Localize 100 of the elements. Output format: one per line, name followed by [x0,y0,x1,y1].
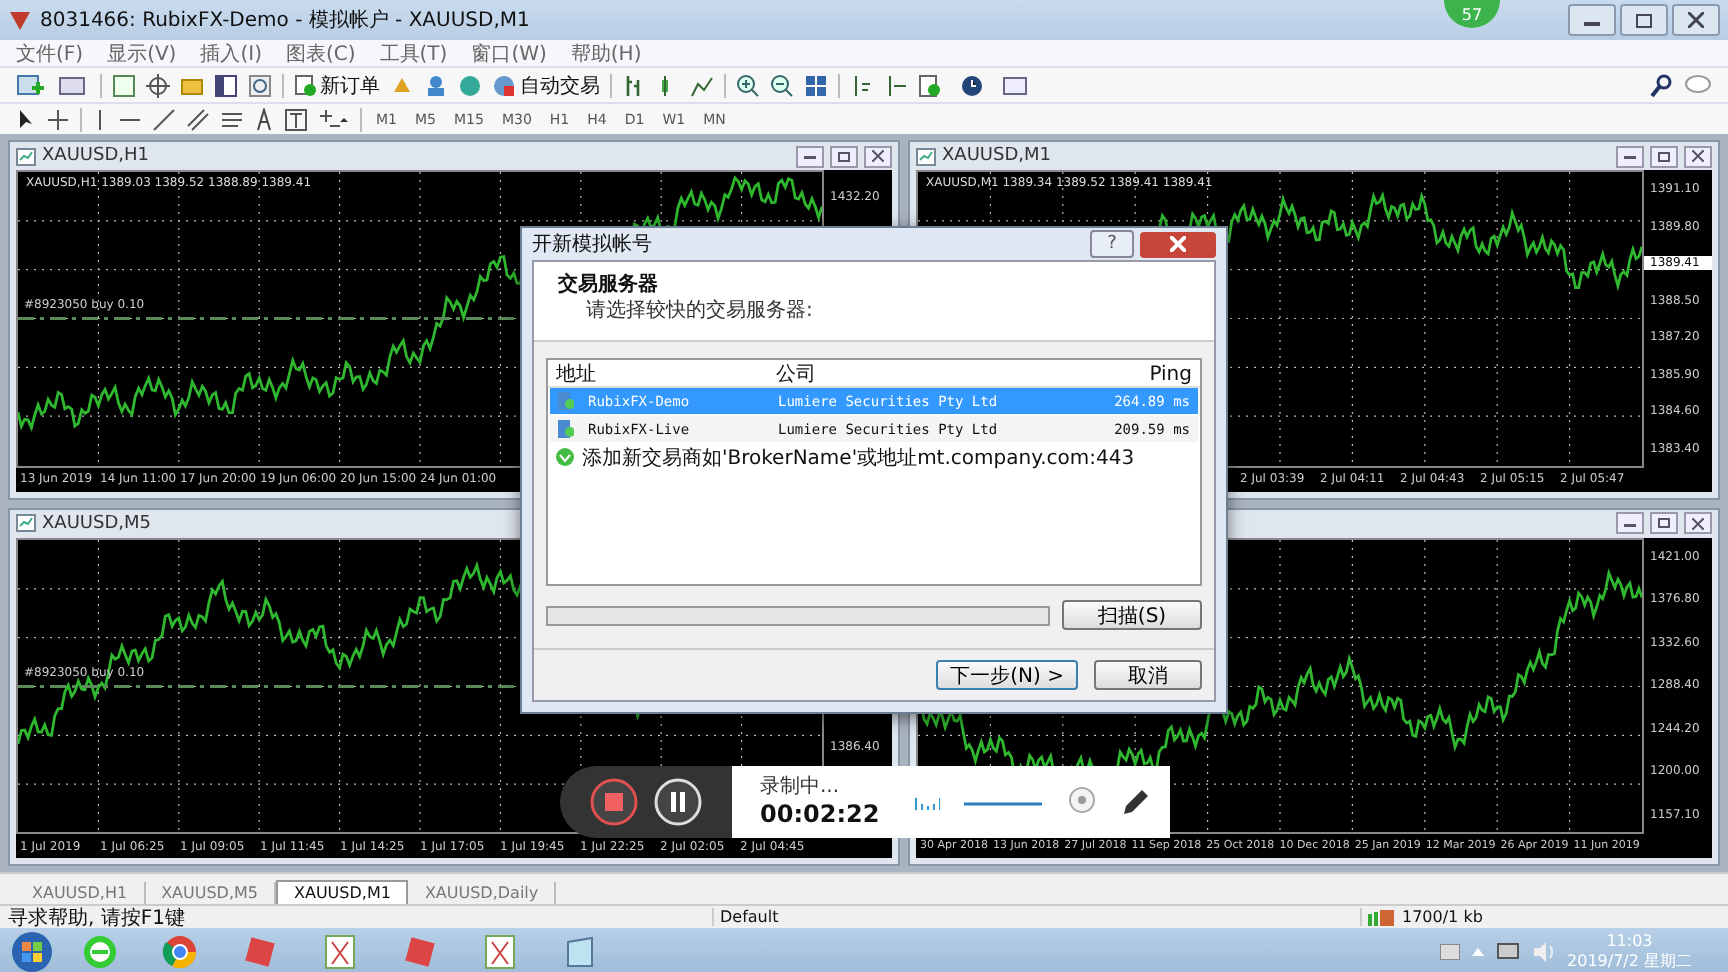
chart-icon [16,147,36,165]
close-icon [1692,150,1704,162]
minimize-button[interactable] [1568,4,1616,36]
chart-icon [16,514,36,532]
window-title: 8031466: RubixFX-Demo - 模拟帐户 - XAUUSD,M1 [40,7,530,34]
clock-date: 2019/7/2 星期二 [1567,952,1692,972]
line-chart-icon[interactable] [690,73,714,97]
close-icon [1692,517,1704,529]
search-icon[interactable] [1650,73,1674,97]
audio-level-icon [914,794,941,810]
menu-item[interactable]: 文件(F) [16,39,84,67]
cursor-icon[interactable] [16,107,36,131]
arrows-icon[interactable] [318,107,350,131]
autoscroll-icon[interactable] [884,73,908,97]
people-icon[interactable] [424,73,448,97]
document-icon [294,74,316,96]
stop-button[interactable] [588,776,640,828]
menu-item[interactable]: 窗口(W) [471,39,547,67]
next-button[interactable]: 下一步(N) > [936,660,1078,690]
profiles-icon[interactable] [58,73,90,97]
document-app-icon[interactable] [484,934,516,970]
zoom-out-icon[interactable] [770,73,794,97]
close-button[interactable] [1684,145,1712,167]
close-button[interactable] [864,145,892,167]
close-button[interactable] [1672,4,1720,36]
magnifier-icon[interactable] [248,73,272,97]
minimize-icon [1624,152,1636,160]
fibonacci-icon[interactable] [220,107,244,131]
document-app-icon[interactable] [324,934,356,970]
menu-item[interactable]: 帮助(H) [570,39,642,67]
menu-item[interactable]: 图表(C) [285,39,356,67]
column-header[interactable]: Ping [1060,363,1200,385]
chat-icon[interactable] [1684,73,1712,97]
help-button[interactable]: ? [1090,230,1134,258]
maximize-button[interactable] [1620,4,1668,36]
maximize-button[interactable] [1650,512,1678,534]
add-server-item[interactable]: 添加新交易商如'BrokerName'或地址mt.company.com:443 [548,444,1200,470]
new-chart-icon[interactable] [16,73,48,97]
chart-window-title: XAUUSD,H1 [42,146,149,166]
close-icon [1688,12,1704,28]
column-header[interactable]: 公司 [768,360,1060,388]
start-button[interactable] [8,930,56,972]
dialog-title: 开新模拟帐号 [532,231,654,258]
maximize-button[interactable] [1650,145,1678,167]
close-button[interactable] [1684,512,1712,534]
traffic-text: 1700/1 kb [1402,908,1483,926]
maximize-icon [1658,518,1670,528]
cancel-button[interactable]: 取消 [1094,660,1202,690]
minimize-button[interactable] [1616,512,1644,534]
text-label-icon[interactable] [284,107,308,131]
maximize-icon [1636,13,1652,27]
menu-item[interactable]: 显示(V) [107,39,177,67]
connection-icon [1368,909,1396,925]
minimize-icon [804,152,816,160]
crosshair-icon[interactable] [146,73,170,97]
menu-item[interactable]: 插入(I) [200,39,262,67]
chart-window-title: XAUUSD,M1 [942,146,1051,166]
window-icon[interactable] [214,73,238,97]
pause-button[interactable] [652,776,704,828]
server-icon [558,392,574,410]
minimize-button[interactable] [1616,145,1644,167]
column-header[interactable]: 地址 [548,360,768,388]
close-button[interactable] [1140,231,1216,257]
chart-icon [916,147,936,165]
webcam-icon[interactable] [1066,786,1097,818]
zoom-in-icon[interactable] [736,73,760,97]
network-icon[interactable] [1495,942,1520,962]
navigator-icon[interactable] [112,73,136,97]
dialog-subheading: 请选择较快的交易服务器: [584,298,815,324]
new-order-button[interactable]: 新订单 [294,71,380,99]
add-icon [556,448,574,466]
minimize-button[interactable] [796,145,824,167]
chrome-icon[interactable] [162,934,198,970]
menu-item[interactable]: 工具(T) [379,39,448,67]
tile-windows-icon[interactable] [804,73,828,97]
chart-tab[interactable]: XAUUSD,M1 [276,880,409,904]
text-icon[interactable] [254,107,274,131]
folder-icon[interactable] [180,73,204,97]
maximize-button[interactable] [830,145,858,167]
globe-icon[interactable] [458,73,482,97]
pencil-icon[interactable] [1120,786,1151,818]
status-help-text: 寻求帮助, 请按F1键 [6,905,187,931]
app-icon [8,8,32,32]
profile-name: Default [712,908,1360,926]
clock-time: 11:03 [1606,932,1653,952]
dialog-heading: 交易服务器 [558,272,660,298]
scan-button[interactable]: 扫描(S) [1062,600,1202,630]
maximize-icon [1658,151,1670,161]
auto-trading-button[interactable]: 自动交易 [492,71,600,99]
maximize-icon [838,151,850,161]
crosshair-icon[interactable] [46,107,70,131]
server-icon [558,420,574,438]
trendline-icon[interactable] [152,107,176,131]
channel-icon[interactable] [186,107,210,131]
shift-chart-icon[interactable] [850,73,874,97]
tray-icon[interactable] [1439,944,1460,960]
minimize-icon [1624,519,1636,527]
recording-time: 00:02:22 [760,799,882,829]
notepad-icon[interactable] [562,934,598,970]
recording-status: 录制中... [760,775,842,799]
